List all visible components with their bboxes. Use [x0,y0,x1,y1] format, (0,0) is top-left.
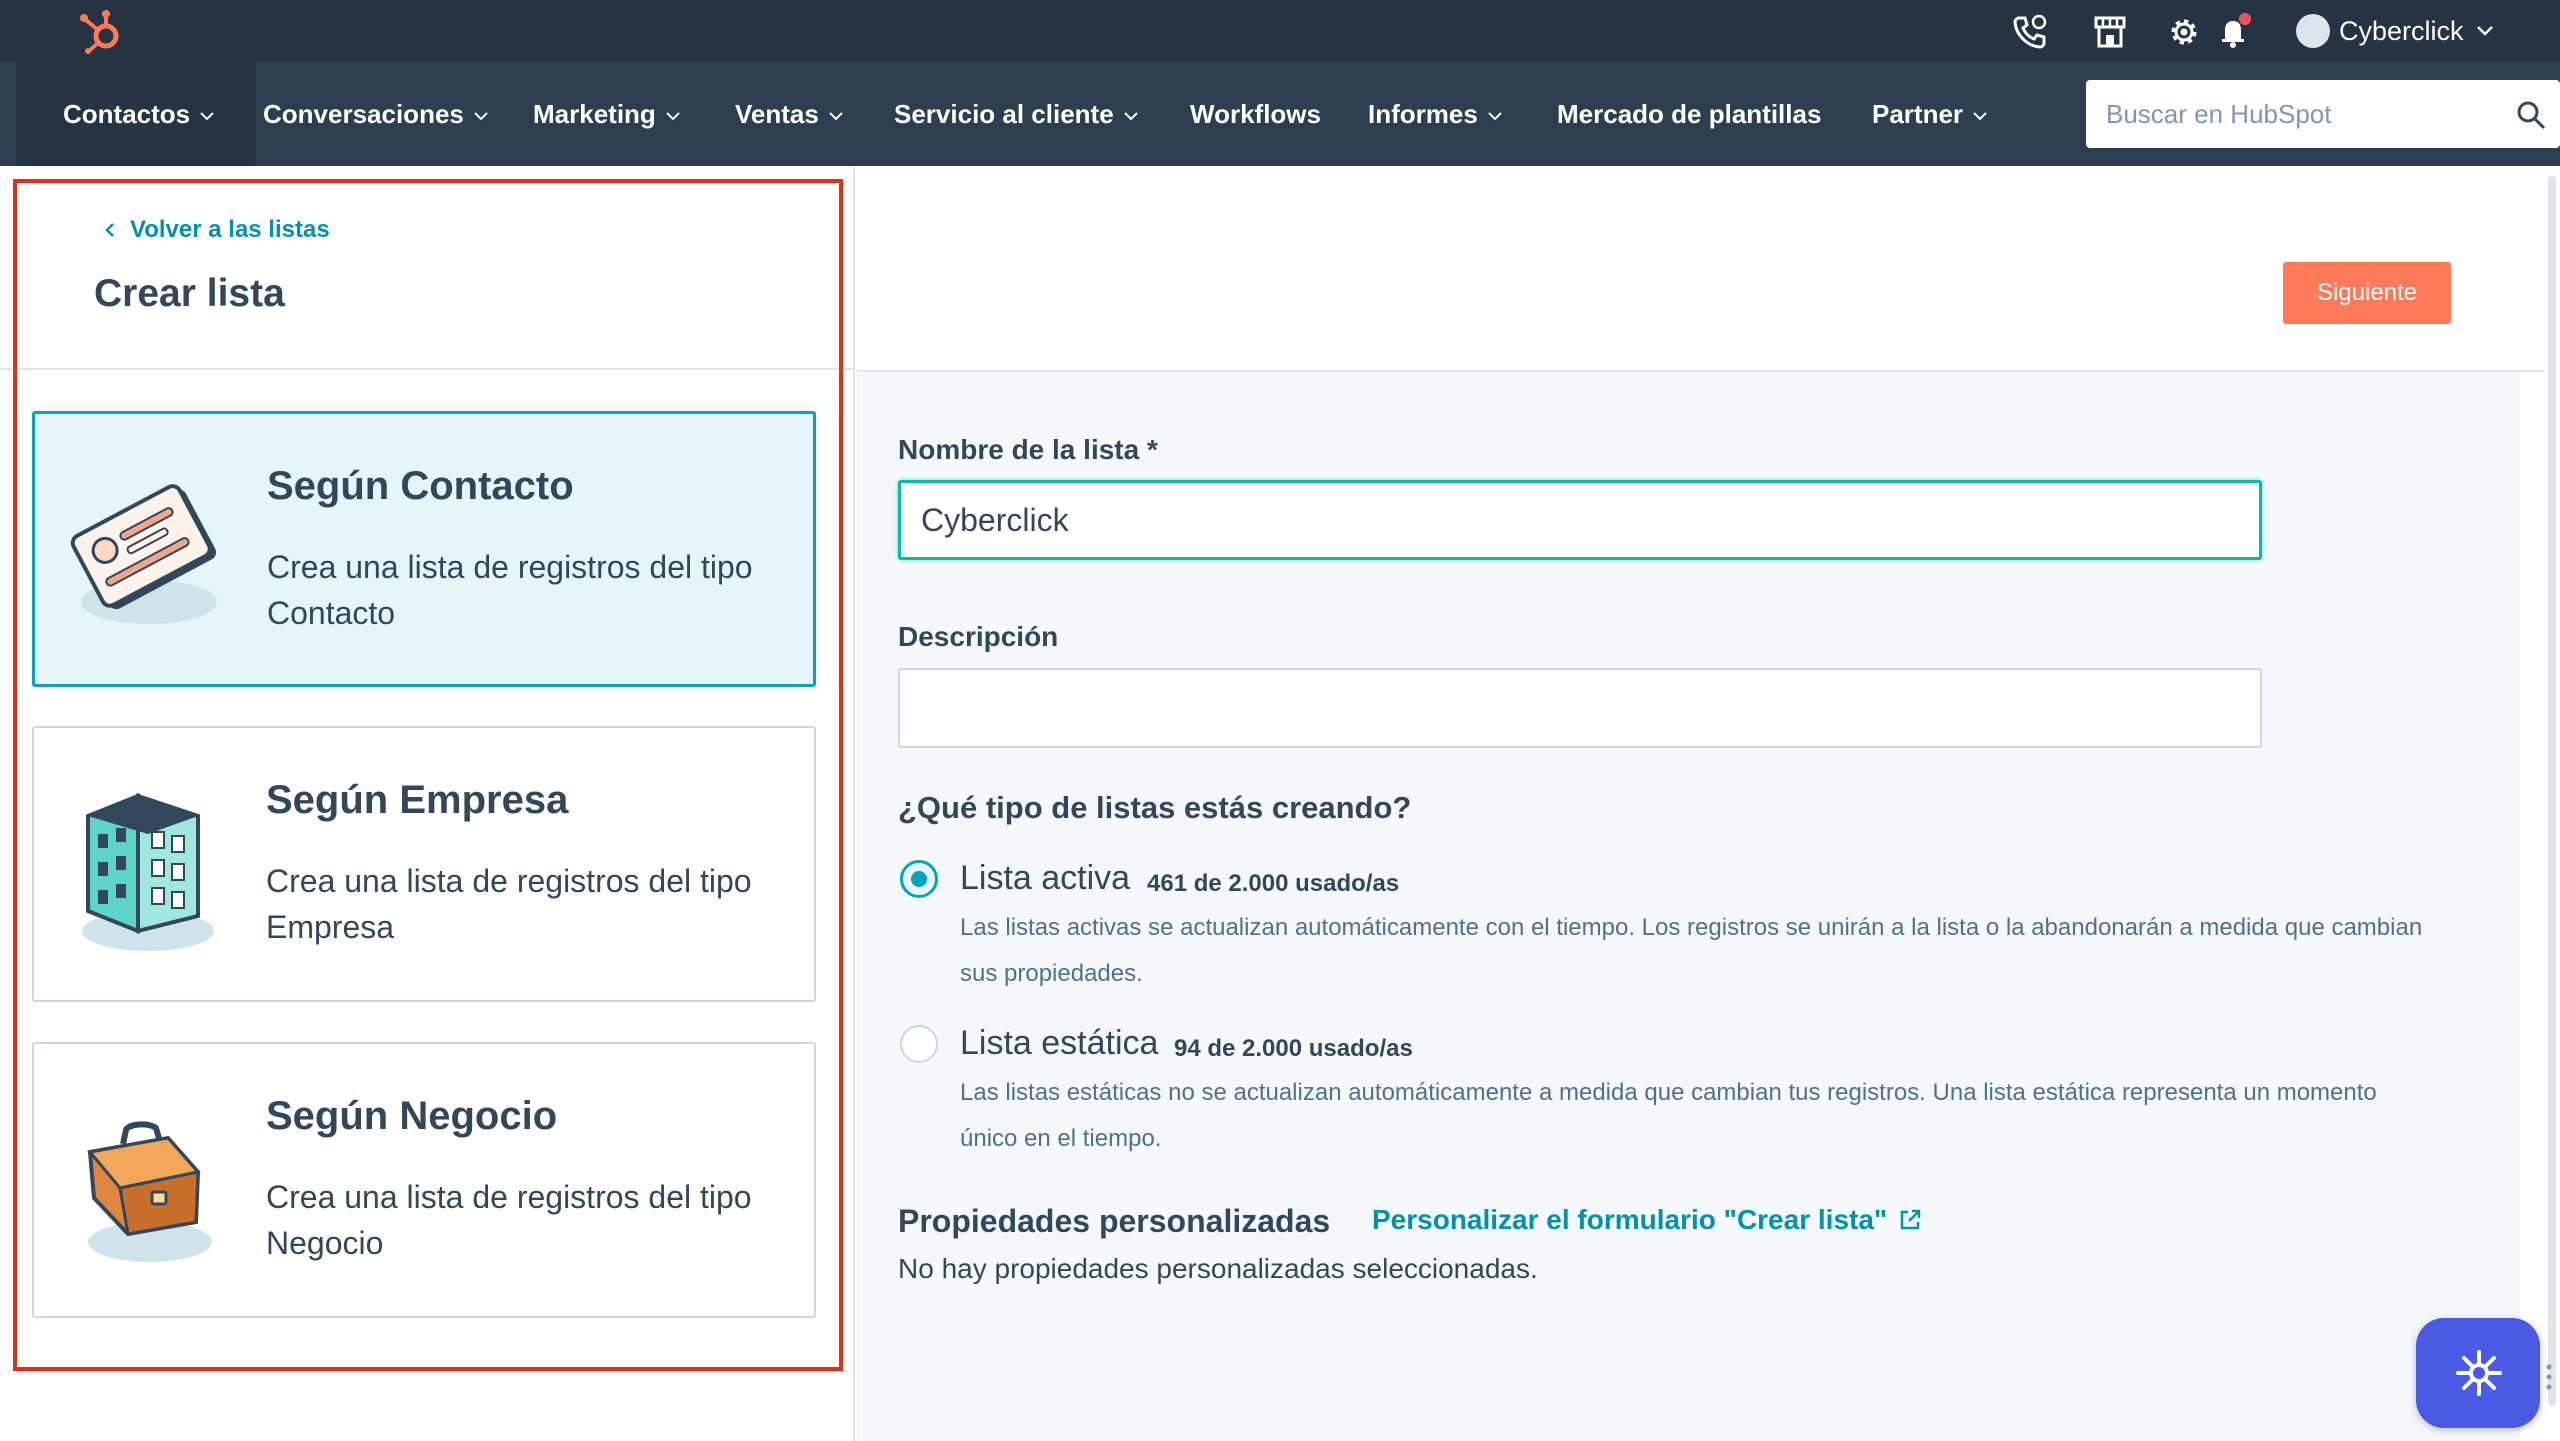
left-header: Volver a las listas Crear lista [0,166,855,370]
description-label: Descripción [898,621,1059,652]
next-button[interactable]: Siguiente [2283,262,2451,324]
chevron-down-icon [200,111,214,120]
card-title: Según Contacto [267,464,574,508]
chat-launcher-button[interactable] [2416,1318,2540,1428]
account-name: Cyberclick [2339,15,2464,46]
option-help-text: Las listas activas se actualizan automát… [960,914,2423,987]
card-segun-negocio[interactable]: Según Negocio Crea una lista de registro… [32,1042,816,1318]
back-to-lists-link[interactable]: Volver a las listas [104,216,330,244]
list-name-label: Nombre de la lista * [898,434,1158,465]
nav-servicio-al-cliente[interactable]: Servicio al cliente [894,62,1138,166]
building-icon [82,793,214,951]
chevron-down-icon [2476,26,2493,36]
radio-lista-estatica[interactable] [900,1025,938,1063]
nav-label: Informes [1368,98,1478,129]
card-description: Crea una lista de registros del tipo Emp… [266,863,752,945]
customize-form-link[interactable]: Personalizar el formulario "Crear lista" [1372,1204,1923,1236]
chevron-down-icon [829,111,843,120]
custom-properties-title: Propiedades personalizadas [898,1203,1331,1239]
top-bar: Cyberclick [0,0,2560,62]
nav-label: Marketing [533,98,656,129]
usage-count: 94 de 2.000 usado/as [1174,1035,1413,1062]
scrollbar-thumb[interactable] [2548,176,2556,1406]
main-navigation: Contactos Conversaciones Marketing Venta… [0,62,2560,166]
nav-label: Mercado de plantillas [1557,98,1822,129]
card-description: Crea una lista de registros del tipo Neg… [266,1179,752,1261]
nav-workflows[interactable]: Workflows [1190,62,1321,166]
sparkle-icon [2456,1350,2502,1396]
account-menu[interactable]: Cyberclick [2296,12,2494,50]
nav-label: Partner [1872,98,1964,129]
back-label: Volver a las listas [130,216,330,243]
list-name-input[interactable] [898,480,2262,560]
nav-label: Contactos [63,98,191,129]
card-segun-empresa[interactable]: Según Empresa Crea una lista de registro… [32,726,816,1002]
chevron-down-icon [1123,111,1138,120]
option-label[interactable]: Lista estática [960,1024,1158,1063]
nav-label: Workflows [1190,98,1321,129]
page-title: Crear lista [94,272,285,315]
nav-label: Ventas [735,98,819,129]
description-input[interactable] [898,668,2262,748]
card-description: Crea una lista de registros del tipo Con… [267,549,753,631]
avatar [2296,14,2330,48]
option-help-text: Las listas estáticas no se actualizan au… [960,1079,2377,1152]
drag-handle-icon[interactable] [2545,1362,2559,1392]
notifications-bell-icon[interactable] [2214,12,2254,52]
global-search [2086,80,2560,148]
custom-properties-empty: No hay propiedades personalizadas selecc… [898,1253,1538,1284]
briefcase-icon [87,1121,212,1262]
search-icon[interactable] [2516,100,2546,130]
nav-ventas[interactable]: Ventas [735,62,843,166]
nav-contactos[interactable]: Contactos [16,62,256,166]
list-type-question: ¿Qué tipo de listas estás creando? [898,790,1412,825]
nav-informes[interactable]: Informes [1368,62,1502,166]
nav-mercado-de-plantillas[interactable]: Mercado de plantillas [1557,62,1821,166]
customize-form-link-label: Personalizar el formulario "Crear lista" [1372,1204,1888,1235]
contact-card-icon [70,484,217,624]
search-input[interactable] [2106,98,2486,130]
card-segun-contacto[interactable]: Según Contacto Crea una lista de registr… [32,411,816,687]
scrollbar[interactable] [2544,166,2560,1441]
hubspot-logo[interactable] [76,6,126,56]
nav-label: Servicio al cliente [894,98,1114,129]
card-title: Según Empresa [266,778,569,822]
external-link-icon [1900,1209,1921,1230]
card-title: Según Negocio [266,1094,558,1138]
nav-conversaciones[interactable]: Conversaciones [263,62,488,166]
radio-lista-activa[interactable] [900,860,938,898]
nav-marketing[interactable]: Marketing [533,62,680,166]
list-type-panel: Volver a las listas Crear lista Según Co… [0,166,855,1441]
nav-partner[interactable]: Partner [1872,62,1987,166]
chevron-down-icon [1488,111,1502,120]
marketplace-icon[interactable] [2090,12,2130,52]
option-label[interactable]: Lista activa [960,859,1130,898]
gear-icon[interactable] [2164,12,2204,52]
chevron-down-icon [666,111,680,120]
chevron-left-icon [105,223,114,237]
chevron-down-icon [1973,111,1987,120]
nav-label: Conversaciones [263,98,464,129]
phone-icon[interactable] [2010,12,2050,52]
chevron-down-icon [474,111,488,120]
usage-count: 461 de 2.000 usado/as [1147,870,1400,897]
